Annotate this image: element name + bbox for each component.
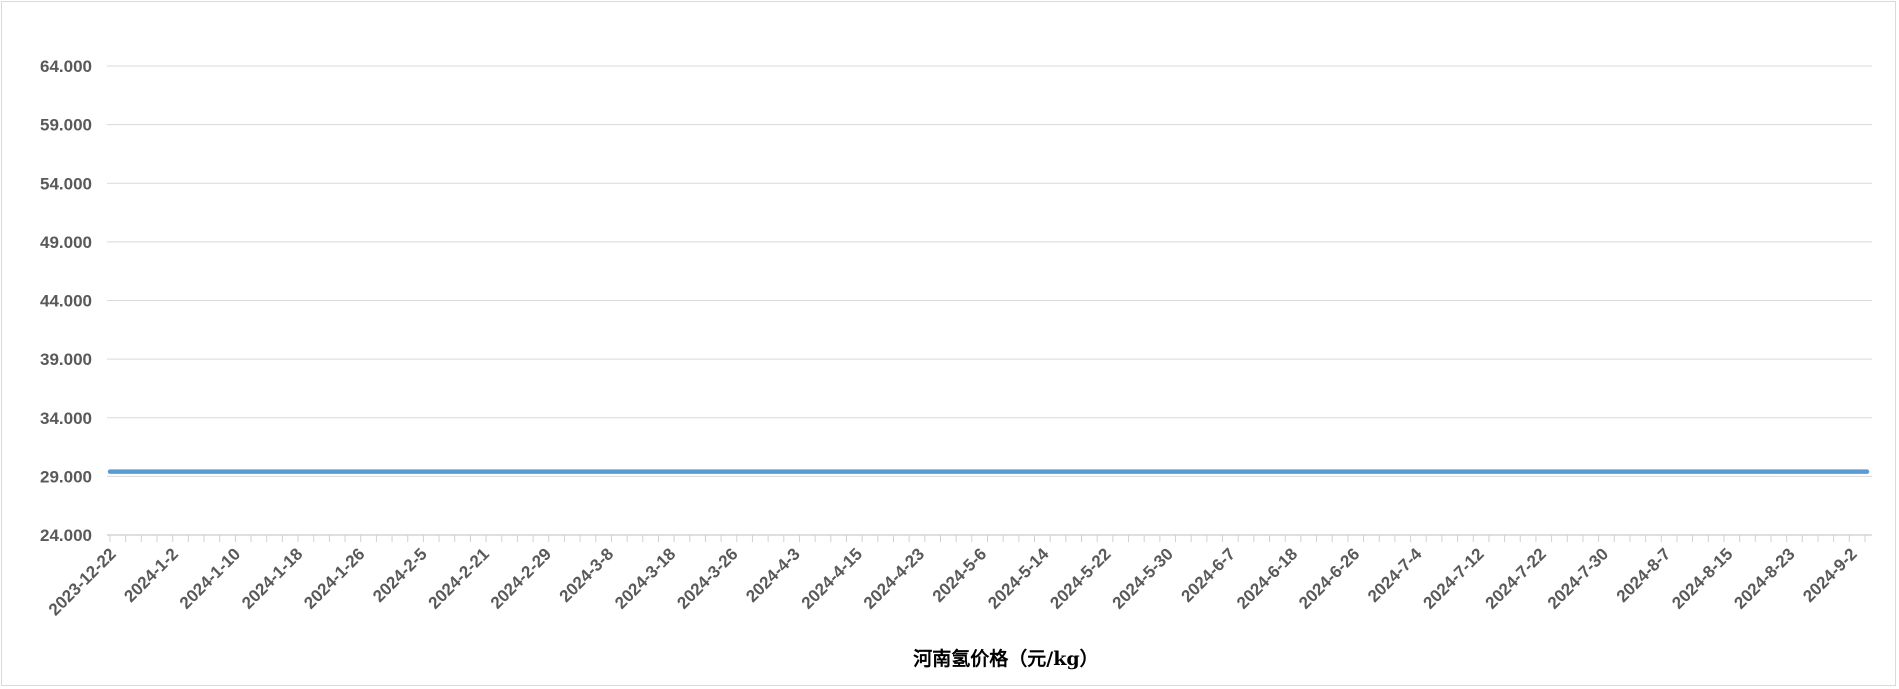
y-tick-label: 54.000 <box>40 174 92 193</box>
x-tick-label: 2024-3-8 <box>556 544 618 606</box>
x-tick-label: 2024-5-6 <box>929 544 991 606</box>
x-tick-label: 2024-6-26 <box>1295 544 1363 612</box>
y-tick-label: 34.000 <box>40 409 92 428</box>
x-tick-label: 2024-5-22 <box>1046 544 1114 612</box>
x-tick-label: 2024-5-30 <box>1109 544 1177 612</box>
x-tick-label: 2024-1-26 <box>300 544 368 612</box>
x-tick-label: 2024-2-21 <box>425 544 493 612</box>
x-tick-label: 2024-7-30 <box>1544 544 1612 612</box>
x-tick-label: 2024-7-12 <box>1420 544 1488 612</box>
x-tick-label: 2024-4-3 <box>742 544 804 606</box>
x-tick-label: 2024-5-14 <box>984 544 1053 613</box>
x-tick-label: 2024-2-29 <box>487 544 555 612</box>
y-tick-label: 59.000 <box>40 116 92 135</box>
y-tick-label: 64.000 <box>40 57 92 76</box>
x-tick-label: 2023-12-22 <box>45 544 120 619</box>
x-tick-label: 2024-1-2 <box>120 544 182 606</box>
x-tick-label: 2024-4-15 <box>798 544 866 612</box>
x-tick-label: 2024-8-23 <box>1730 544 1798 612</box>
line-chart: 24.000 29.000 34.000 39.000 44.000 49.000 54.0… <box>40 57 1872 670</box>
x-tick-label: 2024-8-7 <box>1613 544 1675 606</box>
x-tick-label: 2024-6-18 <box>1233 544 1301 612</box>
y-tick-label: 24.000 <box>40 526 92 545</box>
x-tick-label: 2024-4-23 <box>860 544 928 612</box>
x-tick-label: 2024-6-7 <box>1177 544 1239 606</box>
x-tick-label: 2024-1-10 <box>176 544 244 612</box>
x-axis-title: 河南氢价格（元/kg） <box>913 647 1098 670</box>
x-tick-label: 2024-8-15 <box>1668 544 1736 612</box>
x-tick-label: 2024-1-18 <box>238 544 306 612</box>
x-tick-label: 2024-2-5 <box>369 544 431 606</box>
y-tick-label: 49.000 <box>40 233 92 252</box>
x-tick-label: 2024-7-4 <box>1364 544 1426 606</box>
x-tick-label: 2024-9-2 <box>1799 544 1861 606</box>
y-tick-label: 29.000 <box>40 467 92 486</box>
x-tick-label: 2024-3-26 <box>673 544 741 612</box>
x-tick-label: 2024-7-22 <box>1482 544 1550 612</box>
y-tick-label: 39.000 <box>40 350 92 369</box>
x-tick-label: 2024-3-18 <box>611 544 679 612</box>
y-tick-label: 44.000 <box>40 292 92 311</box>
